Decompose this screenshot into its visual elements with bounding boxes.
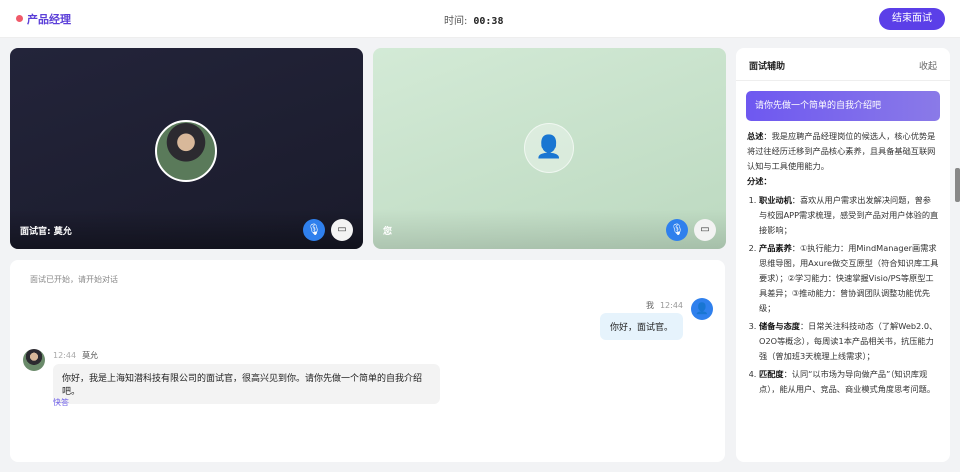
suggested-answer: 总述：我是应聘产品经理岗位的候选人，核心优势是将过往经历迁移到产品核心素养，且具… bbox=[736, 121, 950, 408]
timer-label: 时间: bbox=[444, 16, 468, 27]
scrollbar[interactable] bbox=[955, 168, 960, 202]
end-interview-button[interactable]: 结束面试 bbox=[879, 8, 945, 30]
camera-icon[interactable]: ▭ bbox=[331, 219, 353, 241]
quick-reply-link[interactable]: 快答 bbox=[53, 397, 69, 408]
interviewer-message-meta: 12:44 莫允 bbox=[53, 351, 99, 360]
system-message: 面试已开始，请开始对话 bbox=[30, 275, 118, 284]
timer-value: 00:38 bbox=[473, 16, 504, 27]
interviewer-video: 面试官: 莫允 🎙 ▭ bbox=[10, 48, 363, 249]
collapse-button[interactable]: 收起 bbox=[919, 59, 937, 72]
my-message: 你好，面试官。 bbox=[599, 313, 683, 340]
mic-icon[interactable]: 🎙 bbox=[666, 219, 688, 241]
video-name: 面试官: 莫允 bbox=[20, 227, 72, 237]
timer: 时间: 00:38 bbox=[444, 12, 503, 27]
mic-icon[interactable]: 🎙 bbox=[303, 219, 325, 241]
user-placeholder-icon: 👤 bbox=[524, 123, 574, 173]
answer-point: 职业动机：喜欢从用户需求出发解决问题，曾参与校园APP需求梳理，感受到产品对用户… bbox=[759, 193, 939, 238]
chat-panel: 面试已开始，请开始对话 我 12:44 👤 你好，面试官。 12:44 莫允 你好，… bbox=[10, 260, 725, 462]
top-bar: 产品经理 时间: 00:38 结束面试 bbox=[0, 0, 960, 38]
position-title: 产品经理 bbox=[27, 13, 71, 26]
interviewer-avatar bbox=[23, 349, 45, 371]
candidate-video: 👤 您 🎙 ▭ bbox=[373, 48, 726, 249]
answer-point: 产品素养：①执行能力：用MindManager画需求思维导图，用Axure做交互… bbox=[759, 241, 939, 316]
interviewer-message: 你好，我是上海知潜科技有限公司的面试官，很高兴见到你。请你先做一个简单的自我介绍… bbox=[53, 364, 440, 404]
assist-title: 面试辅助 bbox=[749, 62, 786, 72]
camera-icon[interactable]: ▭ bbox=[694, 219, 716, 241]
user-avatar-icon: 👤 bbox=[691, 298, 713, 320]
current-question: 请你先做一个简单的自我介绍吧 bbox=[746, 91, 940, 121]
status-dot-icon bbox=[16, 15, 23, 22]
interview-assist-panel: 面试辅助 收起 请你先做一个简单的自我介绍吧 总述：我是应聘产品经理岗位的候选人… bbox=[736, 48, 950, 462]
video-name: 您 bbox=[383, 227, 393, 237]
answer-point: 匹配度：认同“以市场为导向做产品”（知识库观点），能从用户、竞品、商业模式角度思… bbox=[759, 367, 939, 397]
answer-point: 储备与态度：日常关注科技动态（了解Web2.0、O2O等概念），每周读1本产品相… bbox=[759, 319, 939, 364]
interviewer-avatar bbox=[155, 120, 217, 182]
my-message-meta: 我 12:44 bbox=[645, 301, 683, 310]
